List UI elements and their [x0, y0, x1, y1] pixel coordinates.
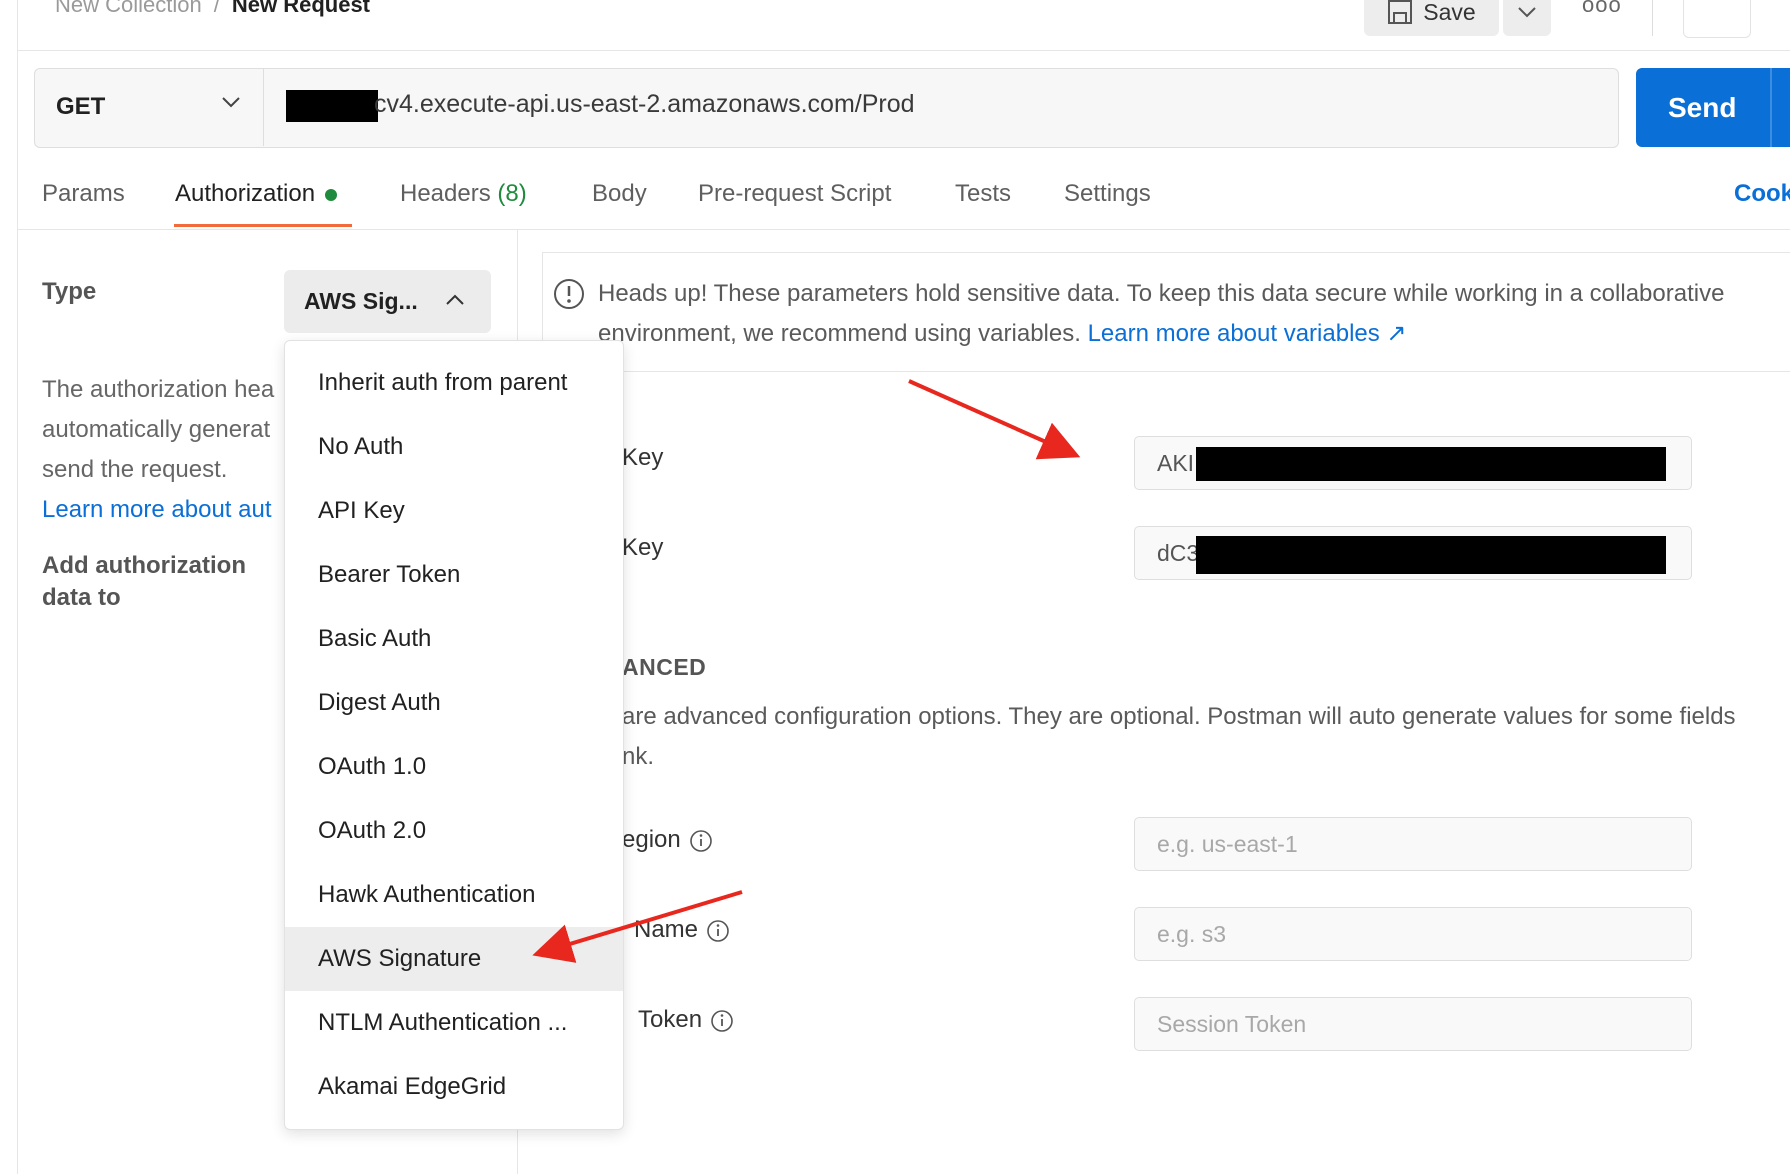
auth-desc-line: send the request. [42, 456, 228, 483]
type-label: Type [42, 278, 97, 305]
add-auth-line: Add authorization [42, 552, 246, 579]
access-key-label: Key [622, 444, 664, 471]
banner-text: Heads up! These parameters hold sensitiv… [598, 274, 1748, 354]
send-split-divider [1770, 68, 1772, 147]
tab-pre-request-script[interactable]: Pre-request Script [698, 180, 891, 208]
chevron-down-icon [222, 97, 240, 108]
service-name-label-text: Name [634, 916, 699, 943]
tab-settings[interactable]: Settings [1064, 180, 1151, 208]
region-placeholder: e.g. us-east-1 [1157, 830, 1298, 857]
headers-count: (8) [497, 180, 527, 207]
tab-params[interactable]: Params [42, 180, 125, 208]
auth-desc-line: The authorization hea [42, 376, 275, 403]
info-icon [554, 279, 584, 309]
save-dropdown-button[interactable] [1503, 0, 1551, 36]
service-name-label: Name [634, 916, 730, 944]
chevron-down-icon [1518, 7, 1536, 18]
dropdown-item-oauth2[interactable]: OAuth 2.0 [285, 799, 623, 863]
edit-button[interactable] [1683, 0, 1751, 38]
breadcrumb-request[interactable]: New Request [232, 0, 370, 17]
breadcrumb-collection[interactable]: New Collection [55, 0, 202, 17]
auth-type-select[interactable]: AWS Sig... [284, 270, 491, 333]
dropdown-item-ntlm[interactable]: NTLM Authentication ... [285, 991, 623, 1055]
save-icon [1388, 0, 1413, 24]
left-edge-strip [0, 0, 18, 1174]
advanced-title: ANCED [622, 654, 707, 680]
add-auth-label: Add authorization data to [42, 550, 246, 614]
auth-description: The authorization hea automatically gene… [42, 370, 292, 530]
redacted-secret-key [1196, 536, 1666, 574]
dropdown-item-no-auth[interactable]: No Auth [285, 415, 623, 479]
send-button[interactable]: Send [1636, 68, 1790, 147]
toolbar-divider [1652, 0, 1653, 36]
cookies-link[interactable]: Cook [1734, 180, 1790, 208]
redacted-access-key [1196, 447, 1666, 481]
session-token-label-text: Token [638, 1006, 703, 1033]
tab-headers-label: Headers [400, 180, 491, 207]
advanced-description: are advanced configuration options. They… [622, 697, 1790, 777]
breadcrumb-separator: / [213, 0, 220, 17]
region-label-text: egion [622, 826, 681, 853]
secret-key-value: dC3 [1157, 539, 1200, 566]
auth-desc-line: automatically generat [42, 416, 271, 443]
dropdown-item-aws-signature[interactable]: AWS Signature [285, 927, 623, 991]
advanced-desc-line: are advanced configuration options. They… [622, 703, 1736, 730]
dropdown-item-oauth1[interactable]: OAuth 1.0 [285, 735, 623, 799]
session-token-input[interactable]: Session Token [1134, 997, 1692, 1051]
save-button[interactable]: Save [1364, 0, 1499, 36]
session-placeholder: Session Token [1157, 1010, 1307, 1037]
tab-authorization-label: Authorization [175, 180, 316, 207]
tab-body[interactable]: Body [592, 180, 647, 208]
advanced-desc-line: nk. [622, 743, 655, 770]
method-label: GET [56, 93, 106, 120]
info-icon[interactable] [689, 829, 713, 853]
header-divider [17, 50, 1790, 51]
breadcrumb: New Collection / New Request [55, 0, 370, 20]
learn-more-auth-link[interactable]: Learn more about aut [42, 490, 292, 530]
learn-more-variables-link[interactable]: Learn more about variables ↗ [1088, 320, 1407, 347]
tab-headers[interactable]: Headers (8) [400, 180, 527, 208]
access-key-value: AKI [1157, 449, 1195, 476]
service-name-input[interactable]: e.g. s3 [1134, 907, 1692, 961]
region-label: egion [622, 826, 713, 854]
dropdown-item-hawk[interactable]: Hawk Authentication [285, 863, 623, 927]
dropdown-item-basic-auth[interactable]: Basic Auth [285, 607, 623, 671]
method-select[interactable]: GET [34, 68, 264, 146]
dropdown-item-digest-auth[interactable]: Digest Auth [285, 671, 623, 735]
url-input[interactable]: cv4.execute-api.us-east-2.amazonaws.com/… [374, 90, 915, 119]
session-token-label: Token [638, 1006, 734, 1034]
tabs-divider [17, 229, 1790, 230]
active-tab-indicator [174, 224, 352, 227]
dropdown-item-inherit[interactable]: Inherit auth from parent [285, 351, 623, 415]
region-input[interactable]: e.g. us-east-1 [1134, 817, 1692, 871]
auth-type-value: AWS Sig... [304, 288, 418, 314]
service-placeholder: e.g. s3 [1157, 920, 1227, 947]
dropdown-item-bearer-token[interactable]: Bearer Token [285, 543, 623, 607]
add-auth-line: data to [42, 584, 121, 611]
redacted-url-prefix [286, 90, 378, 122]
tab-tests[interactable]: Tests [955, 180, 1011, 208]
dropdown-item-akamai[interactable]: Akamai EdgeGrid [285, 1055, 623, 1119]
info-icon[interactable] [710, 1009, 734, 1033]
tab-authorization[interactable]: Authorization [175, 180, 338, 208]
save-label: Save [1423, 0, 1476, 25]
more-options-icon[interactable]: ooo [1582, 0, 1622, 18]
chevron-up-icon [446, 294, 464, 305]
dropdown-item-api-key[interactable]: API Key [285, 479, 623, 543]
arrow-to-access-key [908, 379, 1081, 460]
secret-key-label: Key [622, 534, 664, 561]
auth-type-dropdown: Inherit auth from parent No Auth API Key… [284, 340, 624, 1130]
info-icon[interactable] [706, 919, 730, 943]
status-dot [325, 188, 338, 201]
